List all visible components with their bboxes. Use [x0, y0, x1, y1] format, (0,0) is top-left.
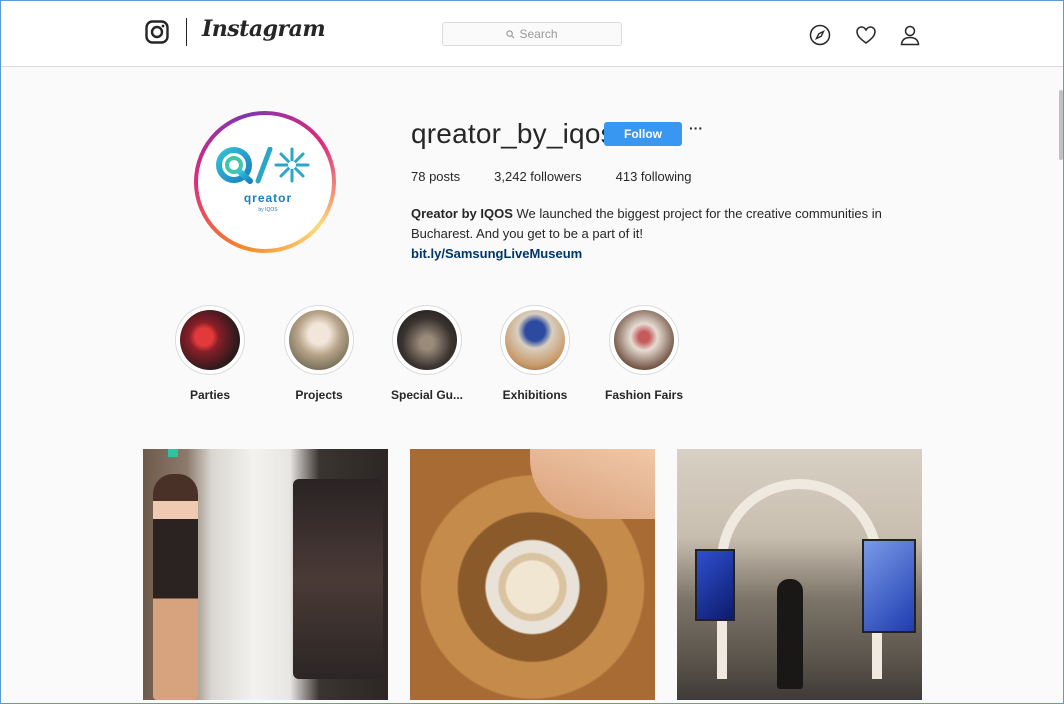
profile-bio: Qreator by IQOS We launched the biggest … — [411, 204, 911, 264]
more-options-button[interactable]: ··· — [689, 120, 703, 136]
heart-activity-icon[interactable] — [855, 24, 877, 46]
top-navigation-bar: Instagram Search — [0, 0, 1064, 67]
profile-avatar-ring[interactable]: qreator by IQOS — [194, 111, 336, 253]
profile-stats: 78 posts 3,242 followers 413 following — [411, 169, 726, 184]
search-input[interactable]: Search — [442, 22, 622, 46]
post-thumbnail[interactable] — [677, 449, 922, 700]
post-thumbnail[interactable] — [143, 449, 388, 700]
highlight-special-guests[interactable]: Special Gu... — [382, 305, 472, 402]
bio-name: Qreator by IQOS — [411, 206, 513, 221]
posts-count: 78 posts — [411, 169, 461, 184]
following-count[interactable]: 413 following — [616, 169, 692, 184]
profile-username: qreator_by_iqos — [411, 118, 615, 149]
photo-mirror — [293, 479, 383, 679]
bio-link[interactable]: bit.ly/SamsungLiveMuseum — [411, 244, 911, 264]
photo-screen-left — [695, 549, 735, 621]
highlight-label: Projects — [295, 388, 343, 402]
avatar-subtext: by IQOS — [258, 207, 278, 213]
explore-compass-icon[interactable] — [809, 24, 831, 46]
avatar-text: qreator — [244, 191, 292, 205]
photo-hand — [530, 449, 655, 519]
highlight-label: Special Gu... — [390, 388, 464, 402]
logo-divider — [186, 18, 187, 46]
photo-figure — [153, 474, 198, 700]
highlight-cover — [180, 310, 240, 370]
scrollbar-thumb[interactable] — [1059, 90, 1063, 160]
qreator-logo-icon: qreator by IQOS — [216, 147, 310, 213]
highlight-projects[interactable]: Projects — [274, 305, 364, 402]
highlight-exhibitions[interactable]: Exhibitions — [490, 305, 580, 402]
highlight-ring — [392, 305, 462, 375]
search-placeholder: Search — [519, 27, 558, 41]
highlight-fashion-fairs[interactable]: Fashion Fairs — [599, 305, 689, 402]
highlight-cover — [289, 310, 349, 370]
highlight-label: Exhibitions — [502, 388, 568, 402]
highlight-ring — [500, 305, 570, 375]
highlight-label: Fashion Fairs — [604, 388, 684, 402]
followers-count[interactable]: 3,242 followers — [494, 169, 581, 184]
highlight-cover — [397, 310, 457, 370]
profile-avatar: qreator by IQOS — [198, 115, 332, 249]
instagram-wordmark[interactable]: Instagram — [202, 16, 326, 42]
profile-user-icon[interactable] — [899, 24, 921, 46]
photo-corner-tag — [168, 449, 178, 457]
highlight-parties[interactable]: Parties — [165, 305, 255, 402]
highlight-ring — [284, 305, 354, 375]
highlight-cover — [614, 310, 674, 370]
highlight-ring — [175, 305, 245, 375]
photo-screen-right — [862, 539, 916, 633]
instagram-camera-icon[interactable] — [145, 20, 169, 44]
highlight-cover — [505, 310, 565, 370]
search-icon — [506, 29, 515, 38]
follow-button[interactable]: Follow — [604, 122, 682, 146]
photo-person — [777, 579, 803, 689]
post-thumbnail[interactable] — [410, 449, 655, 700]
highlight-ring — [609, 305, 679, 375]
highlight-label: Parties — [189, 388, 231, 402]
